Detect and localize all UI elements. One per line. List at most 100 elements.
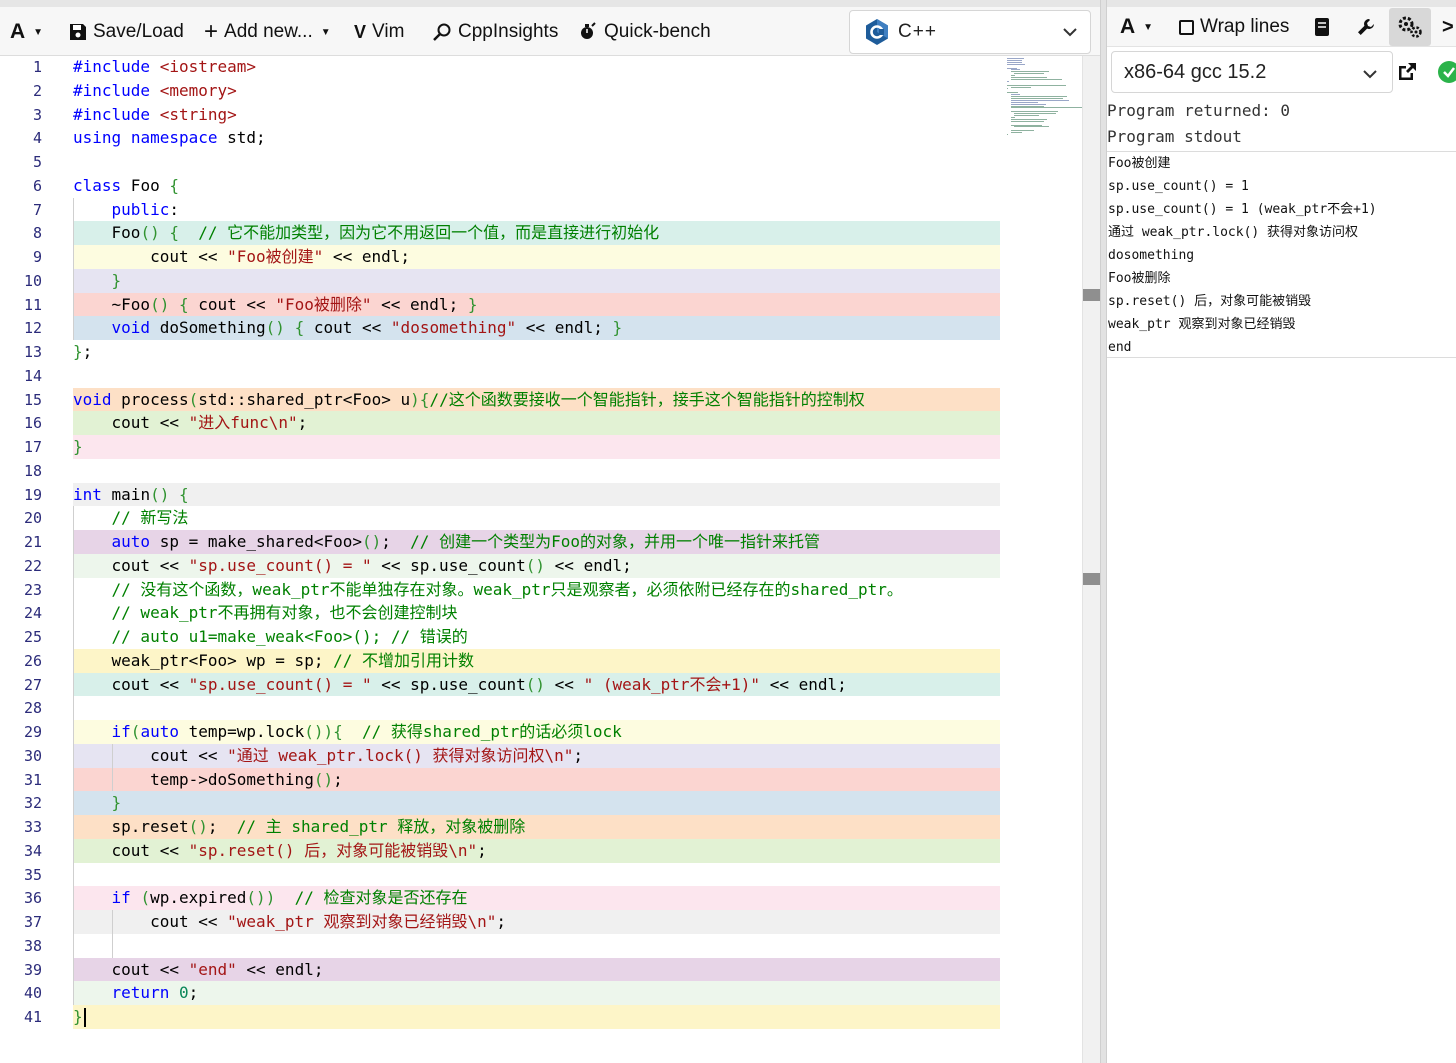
code-text: } [111, 793, 122, 813]
code-line[interactable]: 15 void process(std::shared_ptr<Foo> u){/… [0, 387, 1000, 412]
save-load-button[interactable]: Save/Load [69, 17, 184, 47]
font-icon: A [1120, 15, 1136, 38]
minimap-line [1007, 92, 1018, 94]
minimap-line [1010, 116, 1016, 118]
code-line[interactable]: 20 // 新写法 [0, 506, 1000, 531]
code-line[interactable]: 9 cout << "Foo被创建" << endl; [0, 245, 1000, 269]
stdout-line: Foo被创建 [1108, 156, 1171, 171]
code-line[interactable]: 29 if(auto temp=wp.lock()){ // 获得shared_… [0, 720, 1000, 744]
cpp-logo-icon [866, 19, 888, 45]
code-line[interactable]: 28 [0, 696, 1000, 721]
line-number: 22 [23, 556, 42, 575]
code-line[interactable]: 25 // auto u1=make_weak<Foo>(); // 错误的 [0, 625, 1000, 649]
tools-button[interactable] [1356, 12, 1376, 42]
code-text: cout << "end" << endl; [73, 959, 324, 979]
code-line[interactable]: 26 weak_ptr<Foo> wp = sp; // 不增加引用计数 [0, 648, 1000, 673]
code-line[interactable]: 16 cout << "进入func\n"; [0, 411, 1000, 436]
code-text: cout << "通过 weak_ptr.lock() 获得对象访问权\n"; [73, 745, 584, 765]
code-line[interactable]: 2 #include <memory> [0, 78, 1000, 103]
minimap[interactable] [1005, 56, 1083, 141]
compiler-settings-button[interactable] [1389, 8, 1431, 46]
code-line[interactable]: 17} [0, 435, 1000, 459]
code-line[interactable]: 32 } [0, 791, 1000, 816]
code-line[interactable]: 23 // 没有这个函数，weak_ptr不能单独存在对象。weak_ptr只是… [0, 577, 1000, 602]
indent-rainbow-highlight [73, 173, 1000, 198]
code-text: } [111, 270, 122, 290]
code-line[interactable]: 27 cout << "sp.use_count() = " << sp.use… [0, 672, 1000, 697]
vim-toggle[interactable]: V Vim [354, 17, 404, 47]
popout-button[interactable] [1387, 57, 1427, 87]
add-new-menu[interactable]: + Add new... ▼ [204, 17, 331, 47]
code-line[interactable]: 18 [0, 458, 1000, 483]
code-line[interactable]: 6 class Foo { [0, 173, 1000, 198]
code-line[interactable]: 22 cout << "sp.use_count() = " << sp.use… [0, 553, 1000, 578]
code-text: // weak_ptr不再拥有对象，也不会创建控制块 [111, 603, 458, 623]
language-select[interactable]: C++ [849, 10, 1091, 54]
code-line[interactable]: 35 [0, 862, 1000, 887]
code-line[interactable]: 5 [0, 150, 1000, 174]
code-line[interactable]: 31 temp->doSomething(); [0, 767, 1000, 792]
code-text: cout << "Foo被创建" << endl; [73, 247, 410, 266]
code-line[interactable]: 11 ~Foo() { cout << "Foo被删除" << endl; } [0, 292, 1000, 317]
stdout-output[interactable]: Foo被创建 sp.use_count() = 1 sp.use_count() =… [1107, 151, 1456, 358]
code-line[interactable]: 24 // weak_ptr不再拥有对象，也不会创建控制块 [0, 601, 1000, 626]
output-font-menu[interactable]: A ▼ [1120, 12, 1153, 42]
code-editor[interactable]: 1 #include <iostream> 2 #include <memory> 3 #… [0, 56, 1082, 1063]
code-line[interactable]: 14 [0, 363, 1000, 388]
minimap-line [1010, 120, 1044, 122]
indent-rainbow-highlight [73, 791, 1000, 816]
code-text: cout << "进入func\n"; [73, 413, 308, 433]
minimap-line [1010, 94, 1020, 96]
code-text: cout << "sp.use_count() = " << sp.use_co… [73, 674, 847, 694]
code-line[interactable]: 33 sp.reset(); // 主 shared_ptr 释放，对象被删除 [0, 815, 1000, 839]
minimap-line [1014, 113, 1057, 115]
code-line[interactable]: 19 int main() { [0, 482, 1000, 507]
code-line[interactable]: 13}; [0, 340, 1000, 364]
code-line[interactable]: 30 cout << "通过 weak_ptr.lock() 获得对象访问权\n… [0, 743, 1000, 768]
cppinsights-button[interactable]: CppInsights [432, 17, 558, 47]
gears-icon [1398, 16, 1422, 38]
indent-rainbow-highlight [73, 981, 1000, 1006]
magnifier-icon [433, 23, 451, 41]
wrap-lines-toggle[interactable]: Wrap lines [1179, 12, 1289, 42]
code-line[interactable]: 8 Foo() { // 它不能加类型，因为它不用返回一个值，而是直接进行初始化 [0, 221, 1000, 246]
code-text: temp->doSomething(); [73, 769, 343, 789]
more-button[interactable]: > [1442, 12, 1454, 42]
indent-rainbow-highlight [73, 435, 1000, 459]
code-line[interactable]: 41} [0, 1005, 1000, 1029]
font-size-menu[interactable]: A ▼ [10, 17, 43, 47]
code-line[interactable]: 37 cout << "weak_ptr 观察到对象已经销毁\n"; [0, 910, 1000, 934]
code-line[interactable]: 34 cout << "sp.reset() 后，对象可能被销毁\n"; [0, 838, 1000, 863]
code-line[interactable]: 3 #include <string> [0, 102, 1000, 127]
code-line[interactable]: 4 using namespace std; [0, 126, 1000, 151]
code-line[interactable]: 10 } [0, 268, 1000, 293]
code-line[interactable]: 39 cout << "end" << endl; [0, 957, 1000, 982]
code-line[interactable]: 36 if (wp.expired()) // 检查对象是否还存在 [0, 886, 1000, 911]
font-icon: A [10, 20, 26, 43]
code-text: return 0; [111, 983, 199, 1003]
line-number: 18 [23, 461, 42, 480]
indent-guide [73, 862, 74, 887]
editor-toolbar: A ▼ Save/Load + Add new... ▼ V Vim CppIn… [0, 7, 1100, 56]
code-text: void process(std::shared_ptr<Foo> u){//这… [73, 389, 865, 409]
editor-scrollbar[interactable] [1082, 56, 1100, 1063]
stdout-heading: Program stdout [1107, 127, 1242, 146]
code-line[interactable]: 1 #include <iostream> [0, 56, 1000, 79]
code-text: // auto u1=make_weak<Foo>(); // 错误的 [111, 627, 468, 646]
code-line[interactable]: 21 auto sp = make_shared<Foo>(); // 创建一个… [0, 530, 1000, 554]
compiler-select[interactable]: x86-64 gcc 15.2 [1111, 51, 1393, 93]
pane-splitter[interactable] [1100, 0, 1107, 1063]
minimap-line [1007, 63, 1025, 65]
checkbox-icon [1179, 19, 1194, 35]
program-returned: Program returned: 0 [1107, 101, 1291, 120]
minimap-line [1007, 59, 1023, 61]
code-text: cout << "sp.use_count() = " << sp.use_co… [73, 555, 632, 575]
code-line[interactable]: 40 return 0; [0, 981, 1000, 1006]
code-line[interactable]: 7 public: [0, 197, 1000, 222]
output-options-button[interactable] [1313, 12, 1331, 42]
code-text: public: [111, 199, 179, 219]
quickbench-button[interactable]: Quick-bench [578, 17, 711, 47]
code-line[interactable]: 38 [0, 933, 1000, 958]
code-line[interactable]: 12 void doSomething() { cout << "dosomet… [0, 316, 1000, 341]
line-number: 41 [23, 1008, 42, 1026]
